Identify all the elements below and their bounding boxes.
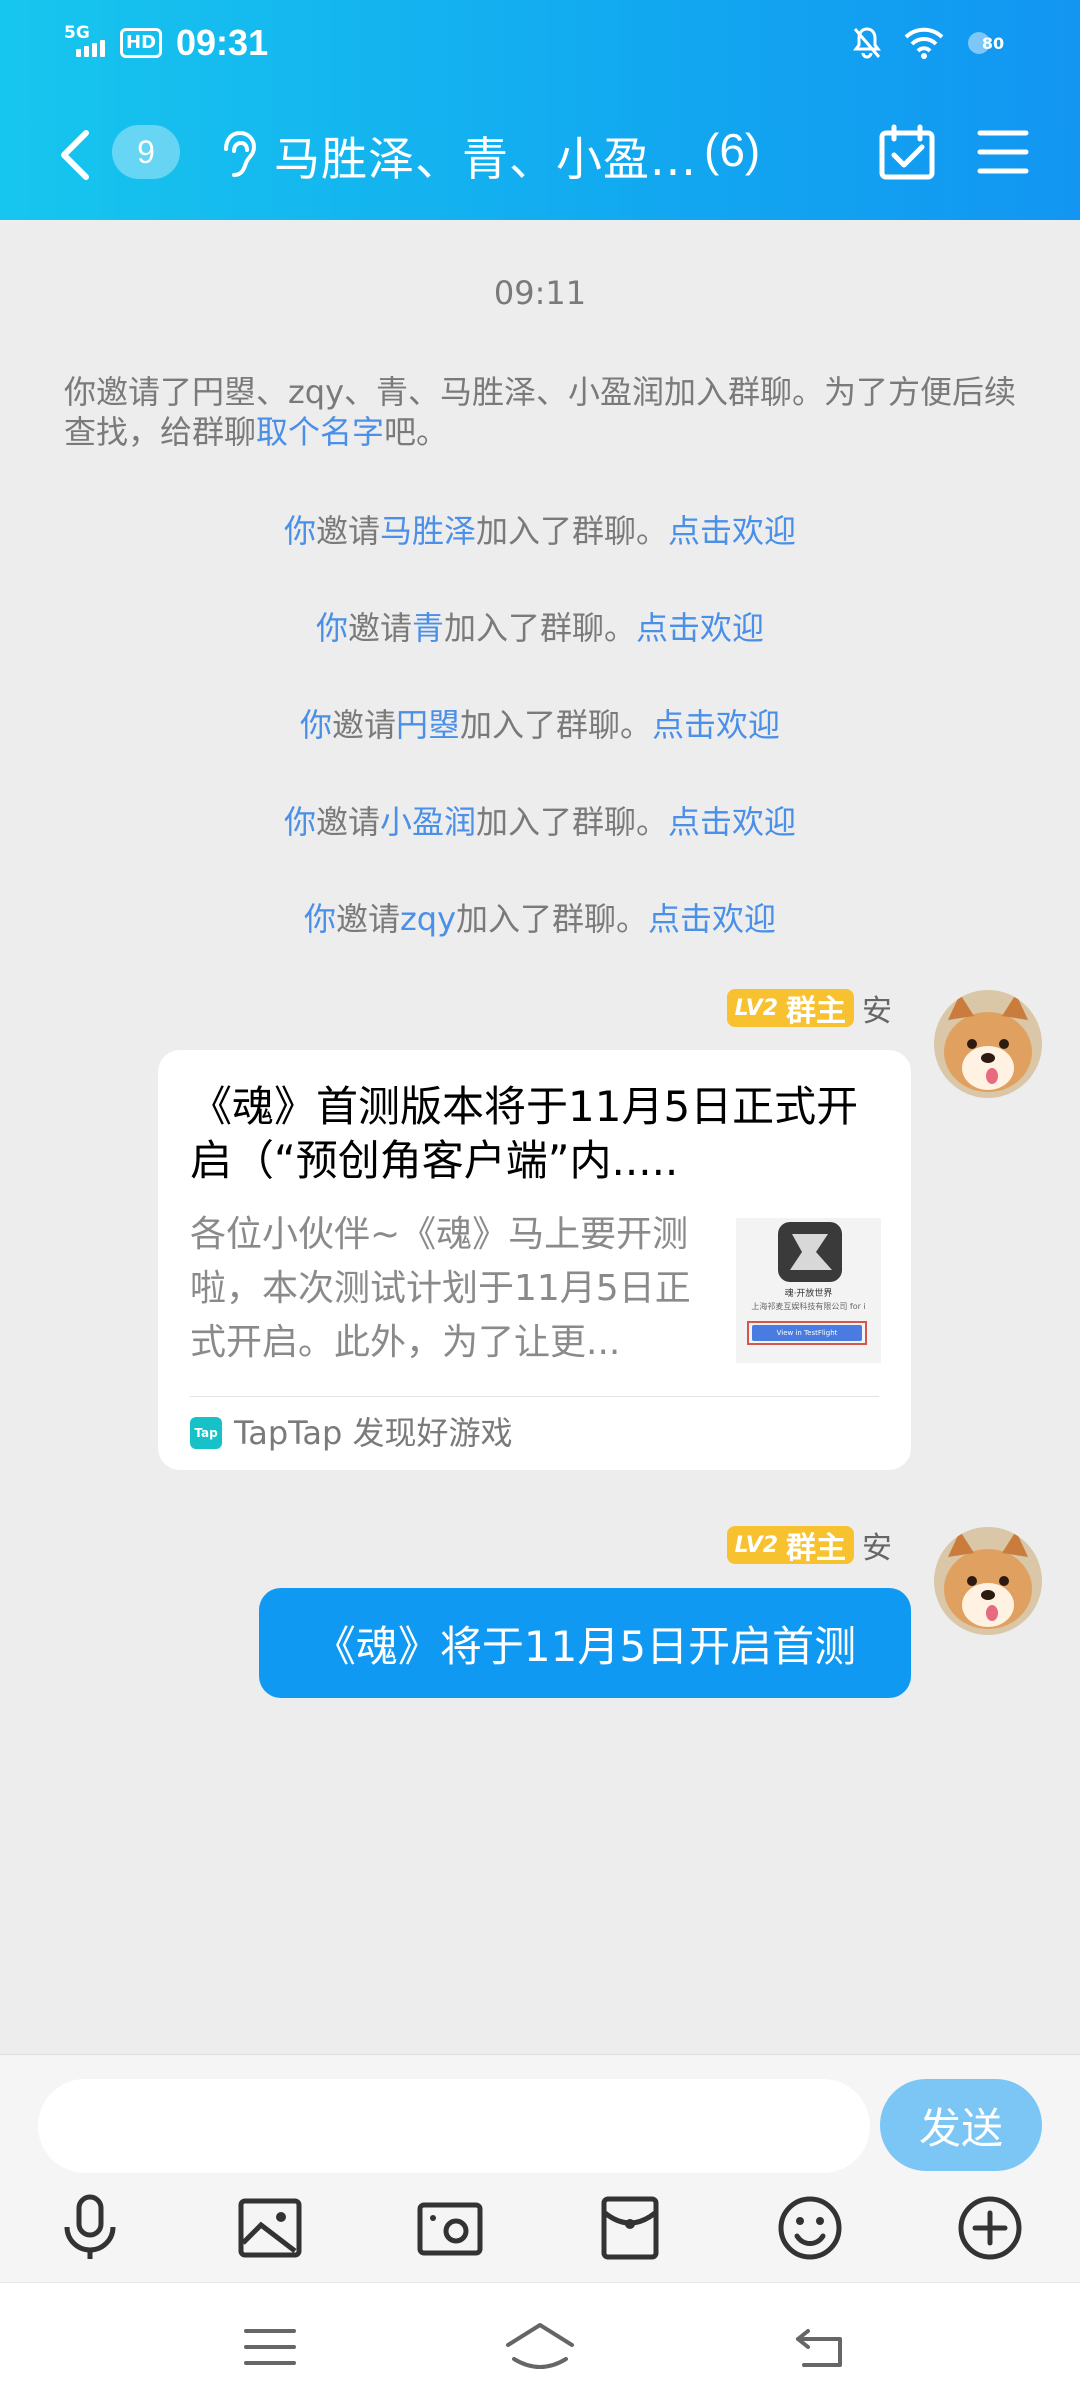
image-icon[interactable] bbox=[235, 2193, 305, 2263]
wifi-icon bbox=[904, 27, 944, 59]
thumbnail-testflight-button: View in TestFlight bbox=[776, 1329, 838, 1337]
calendar-check-icon[interactable] bbox=[878, 123, 936, 181]
card-source: Tap TapTap 发现好游戏 bbox=[190, 1408, 513, 1458]
message-bubble[interactable]: 《魂》将于11月5日开启首测 bbox=[259, 1588, 911, 1698]
status-time: 09:31 bbox=[176, 22, 269, 63]
taptap-icon: Tap bbox=[190, 1417, 222, 1449]
system-nav-bar bbox=[0, 2282, 1080, 2408]
battery-icon: 80 bbox=[966, 26, 1020, 60]
signal-icon: 5G bbox=[60, 23, 112, 63]
microphone-icon[interactable] bbox=[55, 2193, 125, 2263]
invite-notice: 你邀请青加入了群聊。点击欢迎 bbox=[315, 609, 765, 647]
level-badge: LV2 群主 bbox=[726, 989, 854, 1027]
back-nav-icon[interactable] bbox=[790, 2319, 854, 2375]
welcome-link[interactable]: 点击欢迎 bbox=[652, 706, 780, 744]
invite-notice: 你邀请円曌加入了群聊。点击欢迎 bbox=[299, 706, 781, 744]
welcome-link[interactable]: 点击欢迎 bbox=[636, 609, 764, 647]
nav-bar: 9 马胜泽、青、小盈... (6) bbox=[0, 115, 1080, 195]
menu-icon[interactable] bbox=[976, 127, 1030, 177]
card-title: 《魂》首测版本将于11月5日正式开启（“预创角客户端”内..... bbox=[190, 1082, 859, 1185]
card-thumbnail: 魂·开放世界 上海祁麦互娱科技有限公司 for i View in TestFl… bbox=[736, 1218, 881, 1363]
welcome-link[interactable]: 点击欢迎 bbox=[668, 803, 796, 841]
member-name-link[interactable]: 青 bbox=[412, 609, 444, 647]
group-intro-notice: 你邀请了円曌、zqy、青、马胜泽、小盈润加入群聊。为了方便后续查找，给群聊取个名… bbox=[64, 373, 1017, 451]
chat-header: 5G HD 09:31 80 9 马胜泽、青、小盈... (6) bbox=[0, 0, 1080, 220]
member-count[interactable]: (6) bbox=[704, 123, 760, 177]
input-bar: 发送 bbox=[0, 2054, 1080, 2282]
camera-icon[interactable] bbox=[415, 2193, 485, 2263]
message-input[interactable] bbox=[38, 2079, 870, 2173]
sender-name: 安 bbox=[862, 994, 892, 1029]
level-badge: LV2 群主 bbox=[726, 1526, 854, 1564]
sender-info: LV2 群主 安 bbox=[726, 988, 892, 1029]
member-name-link[interactable]: 马胜泽 bbox=[380, 512, 476, 550]
plus-icon[interactable] bbox=[955, 2193, 1025, 2263]
invite-notice: 你邀请小盈润加入了群聊。点击欢迎 bbox=[283, 803, 797, 841]
invite-notice: 你邀请zqy加入了群聊。点击欢迎 bbox=[303, 900, 777, 938]
thumbnail-app-subtitle: 上海祁麦互娱科技有限公司 for i bbox=[751, 1302, 866, 1311]
sender-name: 安 bbox=[862, 1531, 892, 1566]
member-name-link[interactable]: 小盈润 bbox=[380, 803, 476, 841]
red-packet-icon[interactable] bbox=[595, 2193, 665, 2263]
avatar[interactable] bbox=[934, 1527, 1042, 1635]
avatar[interactable] bbox=[934, 990, 1042, 1098]
member-name-link[interactable]: 円曌 bbox=[396, 706, 460, 744]
shared-link-card[interactable]: 《魂》首测版本将于11月5日正式开启（“预创角客户端”内..... 各位小伙伴~… bbox=[158, 1050, 911, 1470]
invite-notice: 你邀请马胜泽加入了群聊。点击欢迎 bbox=[283, 512, 797, 550]
status-bar: 5G HD 09:31 80 bbox=[60, 18, 1020, 68]
name-group-link[interactable]: 取个名字 bbox=[256, 413, 384, 451]
sender-info: LV2 群主 安 bbox=[726, 1525, 892, 1566]
back-arrow-icon[interactable] bbox=[56, 127, 96, 183]
mute-bell-icon bbox=[853, 27, 881, 59]
recent-apps-icon[interactable] bbox=[238, 2319, 302, 2375]
emoji-icon[interactable] bbox=[775, 2193, 845, 2263]
card-divider bbox=[190, 1396, 879, 1397]
hd-icon: HD bbox=[120, 28, 163, 58]
toolbar bbox=[0, 2193, 1080, 2273]
card-source-label: TapTap 发现好游戏 bbox=[234, 1414, 513, 1452]
welcome-link[interactable]: 点击欢迎 bbox=[668, 512, 796, 550]
earpiece-icon[interactable] bbox=[214, 129, 258, 181]
welcome-link[interactable]: 点击欢迎 bbox=[648, 900, 776, 938]
card-description: 各位小伙伴~《魂》马上要开测啦，本次测试计划于11月5日正式开启。此外，为了让更… bbox=[190, 1214, 691, 1363]
thumbnail-app-title: 魂·开放世界 bbox=[784, 1289, 833, 1299]
group-title[interactable]: 马胜泽、青、小盈... bbox=[274, 123, 697, 189]
member-name-link[interactable]: zqy bbox=[400, 900, 456, 938]
home-icon[interactable] bbox=[504, 2319, 576, 2375]
unread-badge[interactable]: 9 bbox=[112, 125, 180, 179]
chat-timestamp: 09:11 bbox=[493, 274, 587, 312]
send-button[interactable]: 发送 bbox=[880, 2079, 1042, 2171]
